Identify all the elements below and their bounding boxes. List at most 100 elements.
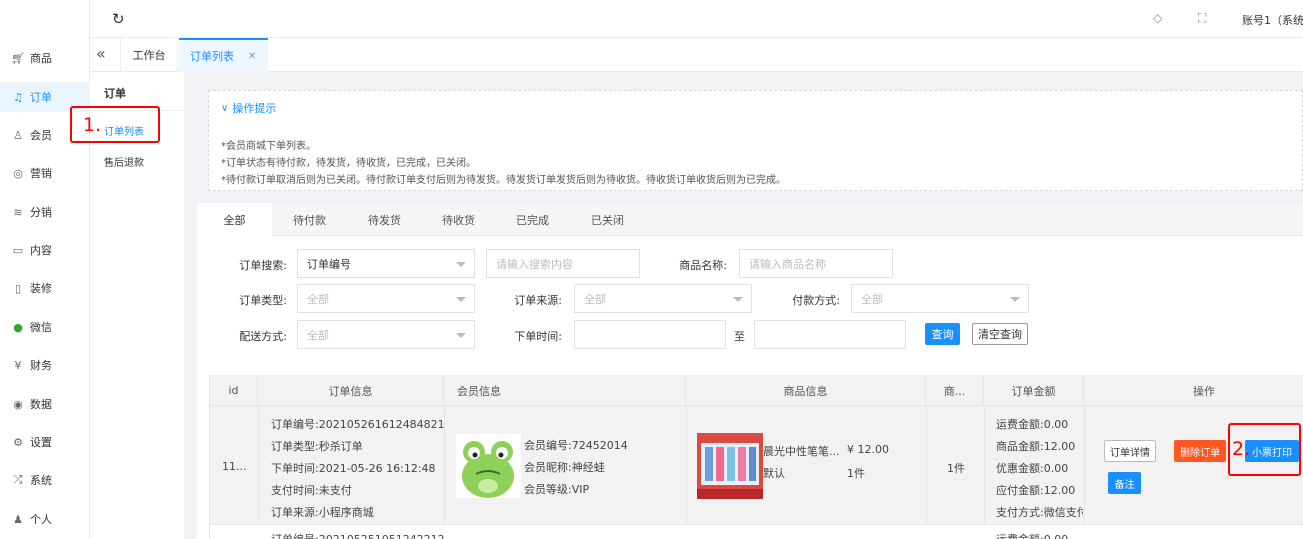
main-sidebar: 🛒︎ 商品 ♫ 订单 ♙ 会员 ◎ 营销 ≋ 分销 ▭ 内容 ▯ 装修 ● 微信 ¥ 财务 ◉ 数据… bbox=[0, 0, 90, 539]
delete-order-button[interactable]: 删除订单 bbox=[1174, 440, 1226, 462]
pay-label: 付款方式: bbox=[792, 294, 840, 307]
tab-all[interactable]: 全部 bbox=[197, 203, 272, 237]
end-time-input[interactable] bbox=[754, 320, 906, 349]
shipping-amount: 运费金额:0.00 bbox=[996, 418, 1069, 431]
sidebar-item-wechat[interactable]: ● 微信 bbox=[0, 312, 90, 342]
col-count: 商... bbox=[926, 375, 984, 406]
fullscreen-icon[interactable]: ⛶ bbox=[1198, 11, 1206, 26]
pen-product-image bbox=[697, 433, 763, 499]
order-type-select[interactable]: 全部 bbox=[297, 284, 475, 313]
pay-time: 支付时间:未支付 bbox=[271, 484, 352, 497]
goods-amount: 商品金额:12.00 bbox=[996, 440, 1076, 453]
remark-button[interactable]: 备注 bbox=[1108, 472, 1141, 494]
tag-icon[interactable]: ◇ bbox=[1153, 11, 1162, 25]
member-avatar bbox=[456, 434, 521, 498]
close-icon[interactable]: ✕ bbox=[248, 51, 256, 62]
annotation-label-2: 2. bbox=[1232, 438, 1251, 460]
order-detail-button[interactable]: 订单详情 bbox=[1104, 440, 1156, 462]
query-button[interactable]: 查询 bbox=[925, 323, 960, 345]
sidebar-item-personal[interactable]: ♟ 个人 bbox=[0, 504, 90, 534]
sidebar-item-settings[interactable]: ⚙ 设置 bbox=[0, 427, 90, 457]
col-goods-info: 商品信息 bbox=[686, 375, 926, 406]
pay-method-select[interactable]: 全部 bbox=[851, 284, 1029, 313]
goods-qty: 1件 bbox=[847, 467, 865, 480]
goods-name[interactable]: 晨光中性笔笔... bbox=[763, 443, 840, 459]
table-row: 11... 订单编号:202105261612484821 订单类型:秒杀订单 … bbox=[210, 406, 1303, 525]
goods-input[interactable]: 请输入商品名称 bbox=[739, 249, 893, 278]
sidebar-item-finance[interactable]: ¥ 财务 bbox=[0, 350, 90, 380]
sidebar-item-data[interactable]: ◉ 数据 bbox=[0, 389, 90, 419]
tab-pending-shipment[interactable]: 待发货 bbox=[347, 203, 422, 236]
bell-icon: ♫ bbox=[13, 90, 23, 104]
tab-pending-payment[interactable]: 待付款 bbox=[272, 203, 347, 236]
divider bbox=[926, 406, 927, 525]
person-icon: ♟ bbox=[13, 512, 23, 526]
system-icon: ⤮ bbox=[13, 473, 23, 486]
tab-pending-receipt[interactable]: 待收货 bbox=[421, 203, 496, 236]
start-time-input[interactable] bbox=[574, 320, 726, 349]
order-time: 下单时间:2021-05-26 16:12:48 bbox=[271, 462, 436, 475]
delivery-label: 配送方式: bbox=[239, 330, 287, 343]
source-label: 订单来源: bbox=[514, 294, 562, 307]
tab-closed[interactable]: 已关闭 bbox=[570, 203, 645, 236]
target-icon: ◎ bbox=[13, 166, 23, 180]
tab-completed[interactable]: 已完成 bbox=[495, 203, 570, 236]
chevron-down-icon bbox=[456, 262, 466, 267]
page-tab-bar: « 工作台 订单列表 ✕ bbox=[90, 38, 1303, 72]
status-tabs: 全部 待付款 待发货 待收货 已完成 已关闭 bbox=[197, 203, 1303, 237]
order-number: 订单编号:202105251051242212 bbox=[271, 531, 445, 539]
main-content: ∨ 操作提示 *会员商城下单列表。 *订单状态有待付款，待发货，待收货，已完成，… bbox=[186, 72, 1303, 539]
search-input[interactable]: 请输入搜索内容 bbox=[486, 249, 640, 278]
table-row: 订单编号:202105251051242212 运费金额:0.00 bbox=[210, 525, 1303, 539]
sidebar-item-marketing[interactable]: ◎ 营销 bbox=[0, 158, 90, 188]
tips-line: *订单状态有待付款，待发货，待收货，已完成，已关闭。 bbox=[221, 158, 476, 169]
divider bbox=[258, 406, 259, 525]
member-nickname: 会员昵称:神经蛙 bbox=[524, 461, 605, 474]
delivery-select[interactable]: 全部 bbox=[297, 320, 475, 349]
refresh-icon[interactable]: ↻ bbox=[112, 10, 125, 28]
member-level: 会员等级:VIP bbox=[524, 483, 590, 496]
divider bbox=[1084, 406, 1085, 525]
chevron-down-icon bbox=[456, 333, 466, 338]
time-label: 下单时间: bbox=[514, 330, 562, 343]
type-label: 订单类型: bbox=[239, 294, 287, 307]
tips-line: *待付款订单取消后则为已关闭。待付款订单支付后则为待发货。待发货订单发货后则为待… bbox=[221, 175, 786, 186]
chevron-down-icon bbox=[456, 297, 466, 302]
member-id: 会员编号:72452014 bbox=[524, 439, 628, 452]
col-order-info: 订单信息 bbox=[258, 375, 444, 406]
tab-order-list[interactable]: 订单列表 ✕ bbox=[179, 38, 268, 72]
frog-avatar-image bbox=[462, 441, 514, 498]
book-icon: ▭ bbox=[12, 243, 24, 257]
sidebar-item-content[interactable]: ▭ 内容 bbox=[0, 235, 90, 265]
sidebar-item-decoration[interactable]: ▯ 装修 bbox=[0, 273, 90, 303]
chevron-down-icon bbox=[733, 297, 743, 302]
subnav-item-refund[interactable]: 售后退款 bbox=[104, 154, 144, 169]
tips-line: *会员商城下单列表。 bbox=[221, 141, 316, 152]
tips-toggle[interactable]: ∨ 操作提示 bbox=[221, 100, 276, 116]
sidebar-item-goods[interactable]: 🛒︎ 商品 bbox=[0, 43, 90, 73]
sidebar-item-distribution[interactable]: ≋ 分销 bbox=[0, 197, 90, 227]
search-type-select[interactable]: 订单编号 bbox=[297, 249, 475, 278]
tips-box: ∨ 操作提示 *会员商城下单列表。 *订单状态有待付款，待发货，待收货，已完成，… bbox=[208, 90, 1303, 191]
yen-icon: ¥ bbox=[14, 358, 22, 372]
subnav-title: 订单 bbox=[104, 87, 126, 100]
order-source-select[interactable]: 全部 bbox=[574, 284, 752, 313]
order-source: 订单来源:小程序商城 bbox=[271, 506, 374, 519]
orders-table: id 订单信息 会员信息 商品信息 商... 订单金额 操作 11... 订单编… bbox=[209, 375, 1303, 539]
tab-workbench[interactable]: 工作台 bbox=[120, 38, 178, 72]
goods-label: 商品名称: bbox=[679, 259, 727, 272]
goods-count: 1件 bbox=[947, 462, 965, 475]
pay-method: 支付方式:微信支付 bbox=[996, 506, 1083, 519]
goods-spec: 默认 bbox=[763, 467, 785, 480]
collapse-icon[interactable]: « bbox=[96, 44, 106, 63]
shipping-amount: 运费金额:0.00 bbox=[996, 531, 1068, 539]
order-number: 订单编号:202105261612484821 bbox=[271, 418, 445, 431]
account-name[interactable]: 账号1（系统 bbox=[1242, 12, 1303, 28]
clear-button[interactable]: 清空查询 bbox=[972, 323, 1028, 345]
table-header: id 订单信息 会员信息 商品信息 商... 订单金额 操作 bbox=[210, 375, 1303, 406]
discount-amount: 优惠金额:0.00 bbox=[996, 462, 1069, 475]
sidebar-item-system[interactable]: ⤮ 系统 bbox=[0, 465, 90, 495]
phone-icon: ▯ bbox=[14, 281, 22, 295]
order-id: 11... bbox=[222, 460, 247, 473]
top-bar: ↻ ◇ ⛶ 账号1（系统 bbox=[90, 0, 1303, 38]
